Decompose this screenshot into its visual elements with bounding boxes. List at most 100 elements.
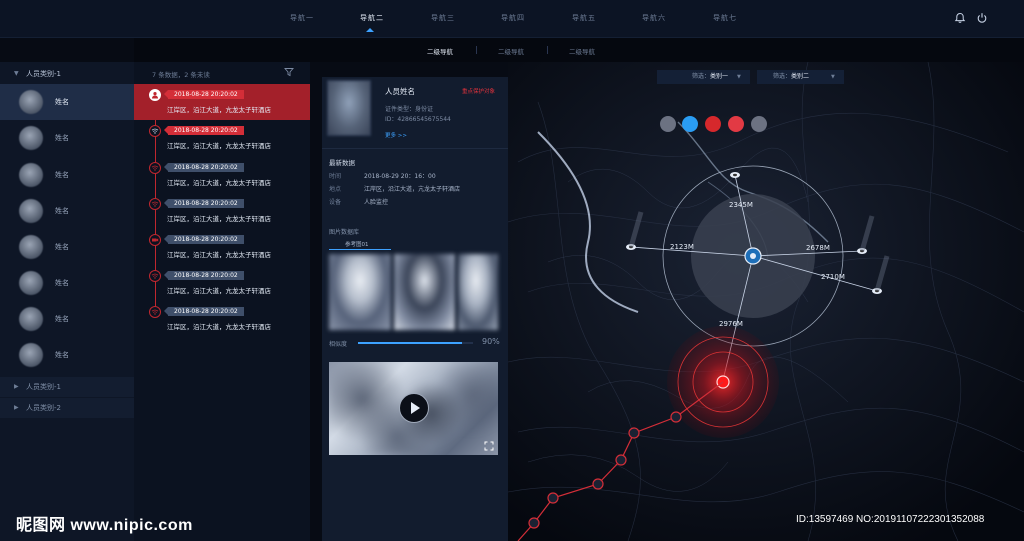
person-item[interactable]: 姓名 <box>0 265 134 301</box>
avatar <box>19 199 43 223</box>
latest-label: 设备 <box>329 199 342 206</box>
power-icon[interactable] <box>976 12 988 24</box>
reference-photo[interactable] <box>329 254 391 330</box>
record-item[interactable]: 2018-08-28 20:20:02 江岸区，沿江大道，亢龙太子轩酒店 <box>134 193 310 229</box>
active-nav-indicator <box>366 28 374 32</box>
record-item[interactable]: 2018-08-28 20:20:02 江岸区，沿江大道，亢龙太子轩酒店 <box>134 229 310 265</box>
record-address: 江岸区，沿江大道，亢龙太子轩酒店 <box>167 142 271 150</box>
subnav-item-3[interactable]: 二级导航 <box>569 46 595 56</box>
chevron-right-icon: ▶ <box>14 404 19 411</box>
wifi-icon <box>149 198 161 210</box>
similarity-value: 90% <box>482 337 500 346</box>
person-item[interactable]: 姓名 <box>0 193 134 229</box>
nav-item-2[interactable]: 导航二 <box>360 13 384 23</box>
category-label: 人员类别-2 <box>26 404 61 412</box>
record-item[interactable]: 2018-08-28 20:20:02 江岸区，沿江大道，亢龙太子轩酒店 <box>134 301 310 337</box>
avatar <box>19 163 43 187</box>
bell-icon[interactable] <box>954 12 966 24</box>
wifi-icon <box>149 270 161 282</box>
record-address: 江岸区，沿江大道，亢龙太子轩酒店 <box>167 215 271 223</box>
latest-value: 江岸区，沿江大道，亢龙太子轩酒店 <box>364 186 461 193</box>
person-name: 姓名 <box>55 207 69 215</box>
nav-item-7[interactable]: 导航七 <box>713 13 737 23</box>
reference-photo[interactable] <box>458 254 498 330</box>
record-time: 2018-08-28 20:20:02 <box>164 90 244 99</box>
person-detail-name: 人员姓名 <box>385 87 415 96</box>
top-nav-bar: 导航一 导航二 导航三 导航四 导航五 导航六 导航七 <box>0 0 1024 38</box>
record-time: 2018-08-28 20:20:02 <box>164 307 244 316</box>
latest-data-title: 最新数据 <box>329 159 355 167</box>
record-address: 江岸区，沿江大道，亢龙太子轩酒店 <box>167 323 271 331</box>
person-photo[interactable] <box>327 80 371 136</box>
record-address: 江岸区，沿江大道，亢龙太子轩酒店 <box>167 287 271 295</box>
camera-icon <box>149 234 161 246</box>
record-item[interactable]: 2018-08-28 20:20:02 江岸区，沿江大道，亢龙太子轩酒店 <box>134 120 310 156</box>
map-overlay <box>517 165 890 541</box>
category-header-1[interactable]: ▼ 人员类别-1 <box>0 64 134 84</box>
person-item[interactable]: 姓名 <box>0 337 134 373</box>
person-name: 姓名 <box>55 243 69 251</box>
subnav-item-2[interactable]: 二级导航 <box>498 46 524 56</box>
person-name: 姓名 <box>55 98 69 106</box>
latest-label: 时间 <box>329 173 342 180</box>
avatar <box>19 343 43 367</box>
wifi-icon <box>149 162 161 174</box>
person-icon <box>149 89 161 101</box>
category-header-3[interactable]: ▶ 人员类别-2 <box>0 398 134 418</box>
id-number: ID：42866545675544 <box>385 116 451 123</box>
fullscreen-icon[interactable] <box>484 441 494 451</box>
person-item[interactable]: 姓名 <box>0 120 134 156</box>
filter-icon[interactable] <box>284 67 294 77</box>
wifi-icon <box>149 306 161 318</box>
subnav-divider <box>476 46 477 54</box>
distance-label: 2976M <box>719 320 743 328</box>
record-time: 2018-08-28 20:20:02 <box>164 163 244 172</box>
nav-item-4[interactable]: 导航四 <box>501 13 525 23</box>
reference-photo[interactable] <box>394 254 455 330</box>
person-name: 姓名 <box>55 134 69 142</box>
record-address: 江岸区，沿江大道，亢龙太子轩酒店 <box>167 179 271 187</box>
active-tab-indicator <box>329 249 391 250</box>
similarity-fill <box>358 342 462 344</box>
record-item[interactable]: 2018-08-28 20:20:02 江岸区，沿江大道，亢龙太子轩酒店 <box>134 84 310 120</box>
latest-label: 地点 <box>329 186 342 193</box>
watermark-id: ID:13597469 NO:20191107222301352088 <box>796 514 985 525</box>
person-item[interactable]: 姓名 <box>0 84 134 120</box>
record-time: 2018-08-28 20:20:02 <box>164 235 244 244</box>
subnav-divider <box>547 46 548 54</box>
distance-label: 2345M <box>729 201 753 209</box>
nav-item-1[interactable]: 导航一 <box>290 13 314 23</box>
nav-item-6[interactable]: 导航六 <box>642 13 666 23</box>
category-label: 人员类别-1 <box>26 383 61 391</box>
record-time: 2018-08-28 20:20:02 <box>164 199 244 208</box>
avatar <box>19 235 43 259</box>
tab-reference-image[interactable]: 参考图01 <box>345 240 369 248</box>
nav-item-5[interactable]: 导航五 <box>572 13 596 23</box>
distance-label: 2678M <box>806 244 830 252</box>
id-type: 证件类型：身份证 <box>385 106 434 113</box>
person-name: 姓名 <box>55 171 69 179</box>
subnav-item-1[interactable]: 二级导航 <box>427 46 453 56</box>
play-button[interactable] <box>399 393 429 423</box>
app-root: 导航一 导航二 导航三 导航四 导航五 导航六 导航七 二级导航 二级导航 二级… <box>0 0 1024 541</box>
record-time: 2018-08-28 20:20:02 <box>164 271 244 280</box>
priority-tag: 重点保护对象 <box>462 89 496 95</box>
similarity-label: 相似度 <box>329 341 348 348</box>
latest-value: 人脸监控 <box>364 199 389 206</box>
avatar <box>19 126 43 150</box>
latest-value: 2018-08-29 20：16：00 <box>364 173 436 180</box>
person-item[interactable]: 姓名 <box>0 301 134 337</box>
category-header-2[interactable]: ▶ 人员类别-1 <box>0 377 134 397</box>
person-name: 姓名 <box>55 279 69 287</box>
record-item[interactable]: 2018-08-28 20:20:02 江岸区，沿江大道，亢龙太子轩酒店 <box>134 157 310 193</box>
record-item[interactable]: 2018-08-28 20:20:02 江岸区，沿江大道，亢龙太子轩酒店 <box>134 265 310 301</box>
person-name: 姓名 <box>55 315 69 323</box>
wifi-icon <box>149 125 161 137</box>
more-link[interactable]: 更多 >> <box>385 131 407 139</box>
person-name: 姓名 <box>55 351 69 359</box>
person-item[interactable]: 姓名 <box>0 229 134 265</box>
similarity-bar <box>358 342 473 344</box>
avatar <box>19 271 43 295</box>
person-item[interactable]: 姓名 <box>0 157 134 193</box>
nav-item-3[interactable]: 导航三 <box>431 13 455 23</box>
